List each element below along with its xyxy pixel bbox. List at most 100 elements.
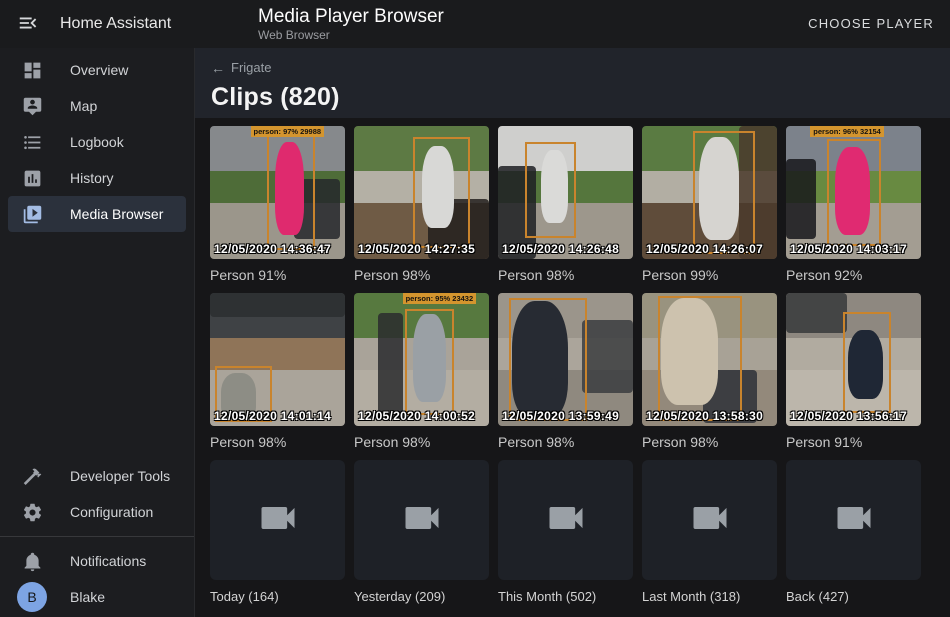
clip-thumbnail[interactable]: 12/05/2020 14:26:07	[642, 126, 777, 259]
sidebar-divider	[0, 536, 194, 537]
play-box-multiple-icon	[20, 202, 44, 226]
video-camera-icon	[544, 496, 588, 545]
clip-card[interactable]: 12/05/2020 13:59:49 Person 98%	[498, 293, 633, 450]
sidebar-item-profile[interactable]: B Blake	[8, 579, 186, 615]
clip-card[interactable]: 12/05/2020 14:27:35 Person 98%	[354, 126, 489, 283]
clip-caption: Person 91%	[210, 267, 345, 283]
sidebar-item-map[interactable]: Map	[8, 88, 186, 124]
video-camera-icon	[400, 496, 444, 545]
clip-caption: Person 98%	[642, 434, 777, 450]
clip-thumbnail[interactable]: 12/05/2020 14:01:14	[210, 293, 345, 426]
app-header: Home Assistant Media Player Browser Web …	[0, 0, 950, 48]
folder-card-last-month-318-[interactable]: Last Month (318)	[642, 460, 777, 604]
clip-caption: Person 98%	[354, 267, 489, 283]
detection-bounding-box	[693, 131, 755, 253]
sidebar-item-developer-tools[interactable]: Developer Tools	[8, 458, 186, 494]
folder-thumbnail[interactable]	[786, 460, 921, 580]
choose-player-button[interactable]: CHOOSE PLAYER	[808, 16, 934, 31]
clip-caption: Person 98%	[354, 434, 489, 450]
map-account-icon	[20, 94, 44, 118]
clip-card[interactable]: 12/05/2020 13:58:30 Person 98%	[642, 293, 777, 450]
clip-caption: Person 98%	[498, 434, 633, 450]
gear-icon	[20, 500, 44, 524]
folder-thumbnail[interactable]	[498, 460, 633, 580]
clip-card[interactable]: 12/05/2020 14:01:14Person 98%	[210, 293, 345, 450]
clip-card[interactable]: 12/05/2020 14:26:07 Person 99%	[642, 126, 777, 283]
folder-label: Back (427)	[786, 589, 921, 604]
clip-thumbnail[interactable]: person: 96% 3215412/05/2020 14:03:17	[786, 126, 921, 259]
clip-thumbnail[interactable]: 12/05/2020 13:58:30	[642, 293, 777, 426]
scene-object	[582, 320, 633, 393]
clip-card[interactable]: person: 95% 2343212/05/2020 14:00:52 Pers…	[354, 293, 489, 450]
clip-card[interactable]: 12/05/2020 14:26:48 Person 98%	[498, 126, 633, 283]
sidebar-main-nav: Overview Map Logbook History Media Browser	[0, 48, 194, 232]
sidebar-item-media-browser[interactable]: Media Browser	[8, 196, 186, 232]
detection-bounding-box	[525, 142, 576, 238]
video-camera-icon	[256, 496, 300, 545]
clip-thumbnail[interactable]: person: 95% 2343212/05/2020 14:00:52	[354, 293, 489, 426]
video-camera-icon	[832, 496, 876, 545]
scene-object	[210, 293, 345, 317]
avatar: B	[17, 582, 47, 612]
sidebar-footer-nav: Developer Tools Configuration	[0, 458, 194, 530]
arrow-left-icon: ←	[211, 61, 225, 75]
sidebar-item-label: Developer Tools	[70, 468, 170, 484]
detection-bounding-box	[267, 133, 316, 250]
list-bulleted-icon	[20, 130, 44, 154]
scene-object	[786, 159, 816, 239]
detection-score-tag: person: 96% 32154	[810, 126, 884, 137]
folder-thumbnail[interactable]	[210, 460, 345, 580]
clip-caption: Person 99%	[642, 267, 777, 283]
clip-timestamp-overlay: 12/05/2020 13:56:17	[790, 409, 907, 423]
folder-card-this-month-502-[interactable]: This Month (502)	[498, 460, 633, 604]
bell-icon	[20, 549, 44, 573]
sidebar-toggle-button[interactable]	[16, 12, 40, 36]
clip-thumbnail[interactable]: person: 97% 2998812/05/2020 14:36:47	[210, 126, 345, 259]
user-name: Blake	[70, 589, 105, 605]
clip-caption: Person 92%	[786, 267, 921, 283]
detection-bounding-box	[413, 137, 470, 249]
detection-bounding-box	[827, 139, 881, 245]
folder-thumbnail[interactable]	[354, 460, 489, 580]
detection-score-tag: person: 97% 29988	[251, 126, 325, 137]
page-title: Media Player Browser	[258, 6, 444, 28]
clips-grid: person: 97% 2998812/05/2020 14:36:47 Pers…	[210, 126, 950, 450]
sidebar-item-notifications[interactable]: Notifications	[8, 543, 186, 579]
clip-timestamp-overlay: 12/05/2020 13:58:30	[646, 409, 763, 423]
clip-thumbnail[interactable]: 12/05/2020 14:26:48	[498, 126, 633, 259]
clip-card[interactable]: 12/05/2020 13:56:17 Person 91%	[786, 293, 921, 450]
clip-timestamp-overlay: 12/05/2020 13:59:49	[502, 409, 619, 423]
clip-caption: Person 91%	[786, 434, 921, 450]
clip-card[interactable]: person: 97% 2998812/05/2020 14:36:47 Pers…	[210, 126, 345, 283]
hammer-icon	[20, 464, 44, 488]
menu-open-icon	[17, 22, 39, 37]
folder-thumbnail[interactable]	[642, 460, 777, 580]
page-title-block: Media Player Browser Web Browser	[258, 6, 444, 42]
detection-bounding-box	[509, 298, 587, 420]
sidebar-item-label: Map	[70, 98, 97, 114]
media-grid-area: person: 97% 2998812/05/2020 14:36:47 Pers…	[195, 118, 950, 604]
folder-card-today-164-[interactable]: Today (164)	[210, 460, 345, 604]
sidebar-item-label: History	[70, 170, 114, 186]
clip-card[interactable]: person: 96% 3215412/05/2020 14:03:17 Pers…	[786, 126, 921, 283]
sidebar-item-history[interactable]: History	[8, 160, 186, 196]
sidebar-item-overview[interactable]: Overview	[8, 52, 186, 88]
clip-thumbnail[interactable]: 12/05/2020 13:56:17	[786, 293, 921, 426]
view-dashboard-icon	[20, 58, 44, 82]
bar-chart-box-icon	[20, 166, 44, 190]
scene-object	[786, 293, 847, 333]
clip-timestamp-overlay: 12/05/2020 14:26:48	[502, 242, 619, 256]
sidebar-item-configuration[interactable]: Configuration	[8, 494, 186, 530]
folder-label: This Month (502)	[498, 589, 633, 604]
clip-timestamp-overlay: 12/05/2020 14:27:35	[358, 242, 475, 256]
clip-caption: Person 98%	[498, 267, 633, 283]
sidebar-item-label: Overview	[70, 62, 128, 78]
clip-thumbnail[interactable]: 12/05/2020 13:59:49	[498, 293, 633, 426]
clip-thumbnail[interactable]: 12/05/2020 14:27:35	[354, 126, 489, 259]
folder-card-yesterday-209-[interactable]: Yesterday (209)	[354, 460, 489, 604]
main-content: ← Frigate Clips (820) person: 97% 299881…	[195, 48, 950, 617]
back-button[interactable]: ← Frigate	[211, 58, 271, 77]
app-body: Overview Map Logbook History Media Browser D…	[0, 48, 950, 617]
sidebar-item-logbook[interactable]: Logbook	[8, 124, 186, 160]
folder-card-back-427-[interactable]: Back (427)	[786, 460, 921, 604]
